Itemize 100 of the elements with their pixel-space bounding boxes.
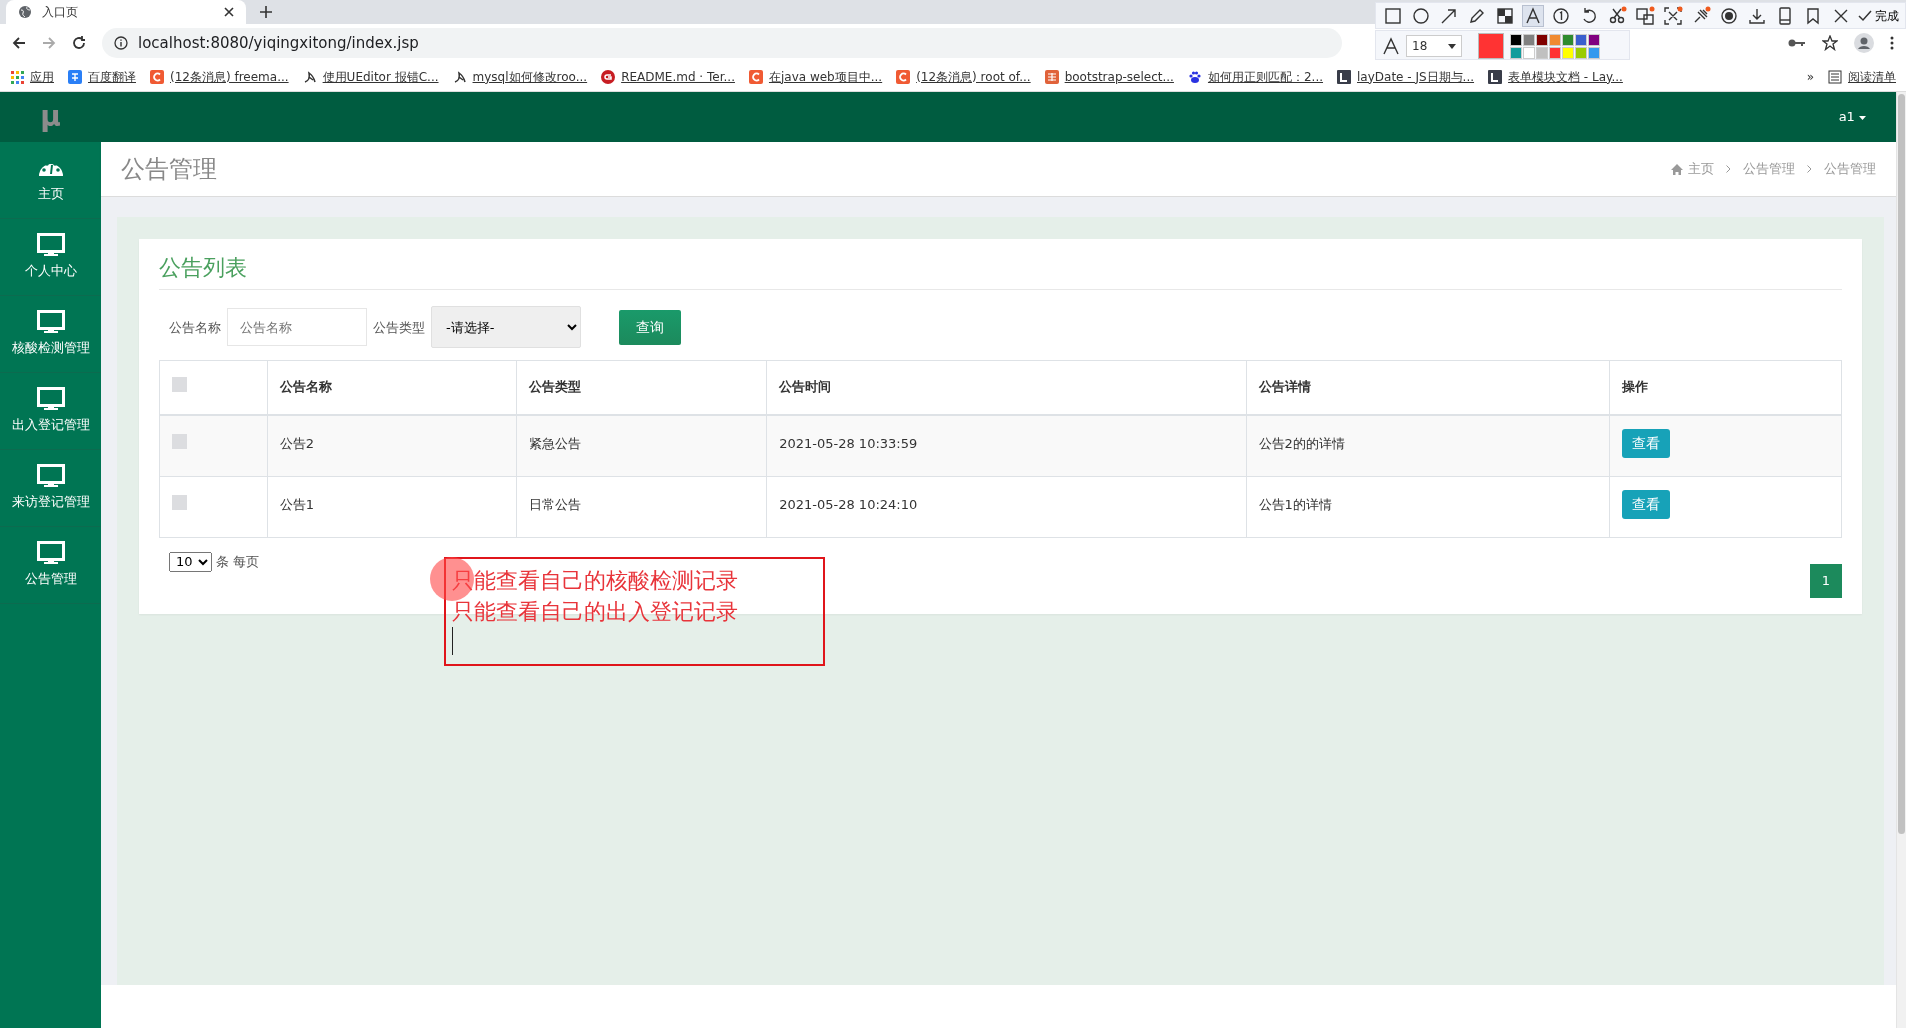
number-tool-button[interactable] (1550, 5, 1572, 27)
name-input-field[interactable]: 公告名称 (227, 308, 367, 347)
breadcrumb-item: 公告管理 (1824, 159, 1876, 178)
color-swatch[interactable] (1562, 33, 1574, 46)
table-cell: 紧急公告 (528, 435, 581, 451)
color-swatch[interactable] (1575, 33, 1587, 46)
new-tab-icon[interactable] (260, 6, 272, 18)
list-icon (1828, 69, 1842, 84)
text-scan-button[interactable] (1662, 5, 1684, 27)
page-button[interactable]: 1 (1810, 563, 1842, 598)
color-swatch[interactable] (1588, 46, 1600, 59)
done-button[interactable]: 完成 (1858, 7, 1899, 25)
key-icon[interactable] (1788, 37, 1806, 49)
color-swatch[interactable] (1523, 33, 1535, 46)
logo: μ (40, 99, 61, 135)
tab-title: 入口页 (42, 4, 79, 21)
user-menu[interactable]: a1 (1838, 107, 1866, 127)
more-icon[interactable] (1890, 36, 1894, 50)
table-cell: 2021-05-28 10:33:59 (779, 435, 918, 451)
type-select[interactable]: -请选择- (431, 306, 581, 349)
bookmark[interactable]: mysql如何修改roo... (452, 67, 588, 86)
bookmark[interactable]: (12条消息) root of... (896, 67, 1031, 86)
select-all-checkbox[interactable] (172, 377, 187, 393)
caret-icon (1448, 43, 1456, 49)
color-swatch[interactable] (1549, 33, 1561, 46)
table-cell: 公告2的的详情 (1258, 435, 1345, 451)
text-cursor (452, 627, 453, 655)
current-color-swatch[interactable] (1478, 33, 1504, 59)
bookmark[interactable]: 在java web项目中... (748, 67, 883, 86)
font-size-icon (1382, 37, 1400, 55)
l-letter-icon (1337, 69, 1351, 84)
page-size-label: 条 每页 (216, 553, 260, 572)
back-icon[interactable] (12, 36, 26, 50)
bookmark[interactable]: 应用 (10, 67, 54, 86)
bookmark[interactable]: 百度翻译 (68, 67, 136, 86)
browser-tab[interactable]: 入口页 (6, 0, 246, 24)
table-cell: 公告1的详情 (1258, 496, 1332, 512)
caret-icon (1859, 115, 1866, 120)
color-swatch[interactable] (1575, 46, 1587, 59)
rectangle-tool-button[interactable] (1382, 5, 1404, 27)
field-label: 公告类型 (373, 318, 425, 337)
profile-icon[interactable] (1854, 33, 1874, 53)
cursor-highlight (430, 557, 474, 601)
bookmark[interactable]: (12条消息) freema... (150, 67, 289, 86)
info-icon (114, 36, 128, 50)
table-cell: 公告1 (279, 496, 314, 512)
star-icon[interactable] (1822, 35, 1838, 51)
g-circle-icon (601, 69, 616, 84)
url-text: localhost:8080/yiqingxitong/index.jsp (138, 32, 419, 54)
reading-list[interactable]: 阅读清单 (1828, 67, 1896, 86)
color-swatch[interactable] (1588, 33, 1600, 46)
more-bookmarks[interactable]: » (1806, 67, 1814, 86)
translate-tool-button[interactable] (1634, 5, 1656, 27)
address-bar[interactable]: localhost:8080/yiqingxitong/index.jsp (102, 28, 1342, 58)
column-header: 公告名称 (267, 360, 517, 415)
table-cell: 2021-05-28 10:24:10 (779, 496, 918, 512)
row-checkbox[interactable] (172, 433, 187, 449)
color-swatch[interactable] (1562, 46, 1574, 59)
bookmark[interactable]: layDate - JS日期与... (1337, 67, 1475, 86)
color-swatch[interactable] (1536, 46, 1548, 59)
table-cell: 日常公告 (528, 496, 581, 512)
font-size-select[interactable]: 18 (1406, 35, 1462, 57)
chevron-icon (1807, 165, 1812, 173)
home-icon (1671, 163, 1683, 175)
bird-icon (452, 69, 467, 84)
color-swatch[interactable] (1523, 46, 1535, 59)
bookmark[interactable]: bootstrap-select... (1044, 67, 1174, 86)
monitor-icon (36, 464, 65, 488)
color-swatch[interactable] (1510, 33, 1522, 46)
bird-icon (302, 69, 317, 84)
scrollbar[interactable] (1896, 92, 1906, 1028)
search-button[interactable]: 查询 (619, 309, 681, 345)
monitor-icon (36, 541, 65, 565)
close-icon[interactable] (224, 7, 234, 17)
c-letter-icon (896, 69, 911, 84)
color-swatch[interactable] (1549, 46, 1561, 59)
monitor-icon (36, 233, 65, 257)
page-size-select[interactable]: 10 (169, 551, 212, 572)
record-button[interactable] (1718, 5, 1740, 27)
monitor-icon (36, 387, 65, 411)
color-swatch[interactable] (1536, 33, 1548, 46)
reload-icon[interactable] (72, 36, 86, 50)
c-letter-icon (748, 69, 763, 84)
ellipse-tool-button[interactable] (1410, 5, 1432, 27)
color-swatch[interactable] (1510, 46, 1522, 59)
column-header: 公告详情 (1246, 360, 1610, 415)
column-header: 操作 (1609, 360, 1842, 415)
bookmark[interactable]: 如何用正则匹配：2... (1187, 67, 1323, 86)
check-icon (1858, 10, 1872, 22)
text-tool-button[interactable] (1522, 5, 1544, 27)
bookmark[interactable]: 表单模块文档 - Lay... (1488, 67, 1623, 86)
row-checkbox[interactable] (172, 494, 187, 510)
book-icon (1044, 69, 1059, 84)
bookmark[interactable]: 使用UEditor 报错C... (302, 67, 439, 86)
monitor-icon (36, 310, 65, 334)
translate-icon (68, 69, 82, 84)
mosaic-tool-button[interactable] (1494, 5, 1516, 27)
bookmark[interactable]: README.md · Ter... (601, 67, 735, 86)
globe-icon (18, 5, 32, 19)
chevron-icon (1726, 165, 1731, 173)
